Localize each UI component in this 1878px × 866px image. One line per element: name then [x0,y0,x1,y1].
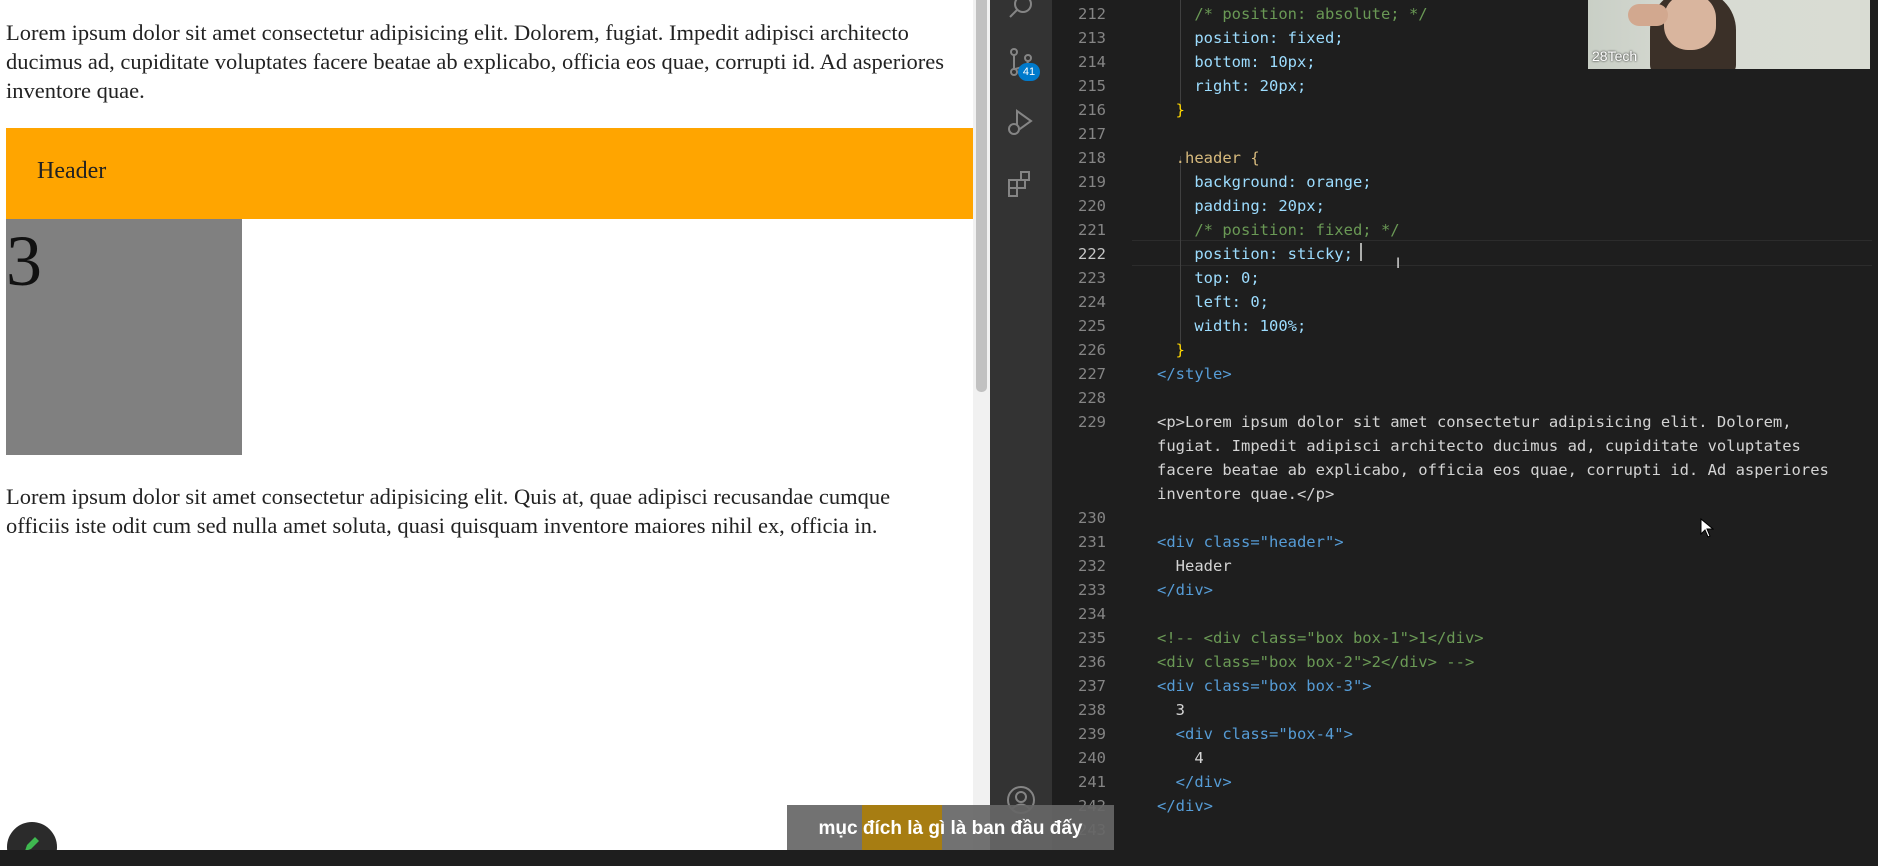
code-editor[interactable]: 212 213 214 215 216 217 218 219 220 221 … [1052,0,1878,850]
ibeam-cursor-icon: I [1396,256,1401,272]
code-line: bottom: 10px; [1157,53,1316,71]
line-number: 240 [1078,749,1106,767]
line-number: 223 [1078,269,1106,287]
sticky-header: Header [6,128,973,219]
code-line: </div> [1157,797,1213,815]
code-line: .header { [1157,149,1260,167]
line-number: 219 [1078,173,1106,191]
code-line: } [1157,101,1185,119]
preview-scrollbar-thumb[interactable] [976,0,987,392]
code-line: <p>Lorem ipsum dolor sit amet consectetu… [1157,413,1829,503]
line-number: 233 [1078,581,1106,599]
line-number: 224 [1078,293,1106,311]
code-line: left: 0; [1157,293,1269,311]
line-number: 241 [1078,773,1106,791]
presenter-hand [1628,4,1668,26]
line-number: 214 [1078,53,1106,71]
line-number: 217 [1078,125,1106,143]
line-number: 218 [1078,149,1106,167]
activity-bar [990,0,1052,850]
line-number: 222 [1078,245,1106,263]
code-line: 4 [1157,749,1204,767]
code-line: <!-- <div class="box box-1">1</div> [1157,629,1484,647]
line-number: 212 [1078,5,1106,23]
line-number: 220 [1078,197,1106,215]
line-number: 225 [1078,317,1106,335]
text-cursor [1360,243,1362,261]
line-number: 235 [1078,629,1106,647]
line-number: 239 [1078,725,1106,743]
line-number: 230 [1078,509,1106,527]
line-number: 227 [1078,365,1106,383]
line-number: 226 [1078,341,1106,359]
code-line: </div> [1157,773,1232,791]
line-number: 232 [1078,557,1106,575]
line-number: 215 [1078,77,1106,95]
code-line: padding: 20px; [1157,197,1325,215]
paragraph-1: Lorem ipsum dolor sit amet consectetur a… [6,20,944,103]
presenter-face [1664,0,1716,50]
edit-fab-button[interactable] [7,822,57,850]
code-line: top: 0; [1157,269,1260,287]
code-line: </style> [1157,365,1232,383]
line-number: 228 [1078,389,1106,407]
line-number: 213 [1078,29,1106,47]
code-line: background: orange; [1157,173,1372,191]
code-line: width: 100%; [1157,317,1307,335]
code-line: <div class="box box-2">2</div> --> [1157,653,1475,671]
box-3-text: 3 [6,221,42,301]
line-number: 229 [1078,413,1106,431]
code-line: } [1157,341,1185,359]
code-line: Header [1157,557,1232,575]
box-3: 3 [6,219,242,455]
pencil-icon [25,837,39,850]
code-line: position: sticky; [1157,245,1353,263]
code-line: /* position: absolute; */ [1157,5,1428,23]
code-line: right: 20px; [1157,77,1307,95]
code-line: position: fixed; [1157,29,1344,47]
paragraph-2: Lorem ipsum dolor sit amet consectetur a… [6,484,891,538]
code-line: <div class="box-4"> [1157,725,1353,743]
run-debug-icon[interactable] [1005,106,1037,138]
scm-badge: 41 [1018,63,1040,81]
line-number: 234 [1078,605,1106,623]
code-line: <div class="header"> [1157,533,1344,551]
line-number: 216 [1078,101,1106,119]
line-number: 237 [1078,677,1106,695]
subtitle-text: mục đích là gì là ban đầu đấy [818,818,1083,839]
search-icon[interactable] [1005,0,1037,24]
webcam-label: 28Tech [1592,48,1638,64]
code-line: 3 [1157,701,1185,719]
mouse-pointer-icon [1700,518,1714,538]
header-text: Header [37,158,107,184]
code-line: /* position: fixed; */ [1157,221,1400,239]
line-number: 238 [1078,701,1106,719]
code-line: </div> [1157,581,1213,599]
browser-preview: Lorem ipsum dolor sit amet consectetur a… [0,0,990,850]
line-number: 231 [1078,533,1106,551]
webcam-overlay: 28Tech [1588,0,1870,69]
line-number: 221 [1078,221,1106,239]
code-line: <div class="box box-3"> [1157,677,1372,695]
extensions-icon[interactable] [1005,168,1037,200]
line-number: 236 [1078,653,1106,671]
